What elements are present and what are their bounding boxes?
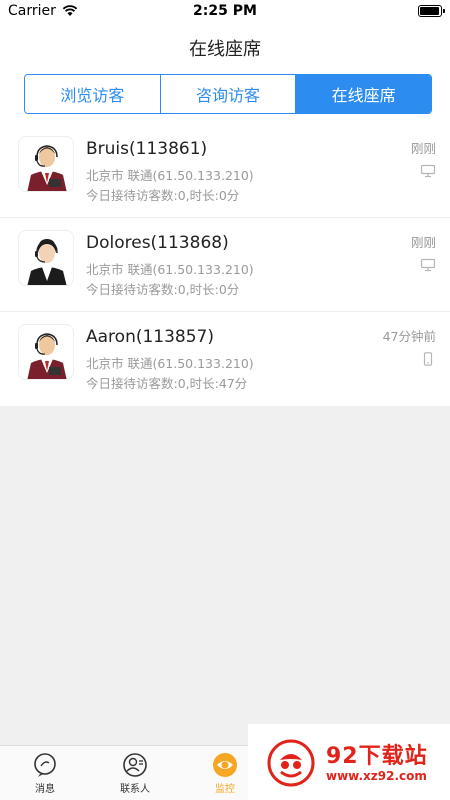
page-title: 在线座席 [189,39,261,60]
agent-location: 北京市 联通(61.50.133.210) [86,356,254,371]
status-bar: Carrier 2:25 PM [0,0,450,24]
message-icon [34,753,56,777]
tab-label: 联系人 [120,784,150,795]
watermark-title: 92下载站 [326,744,428,769]
agent-location: 北京市 联通(61.50.133.210) [86,168,254,183]
list-item[interactable]: Bruis(113861) 北京市 联通(61.50.133.210) 今日接待… [0,124,450,218]
agent-last-active: 刚刚 [410,235,436,250]
nav-bar: 在线座席 浏览访客 咨询访客 在线座席 [0,24,450,124]
agent-last-active: 刚刚 [410,141,436,156]
watermark-logo-icon [267,739,315,787]
segment-consulting-visitors[interactable]: 咨询访客 [160,75,297,113]
watermark-overlay: 92下载站 www.xz92.com [248,724,450,800]
male-agent-avatar [18,324,74,380]
battery-icon [418,5,445,17]
agent-name: Dolores(113868) [86,233,229,253]
agent-last-active: 47分钟前 [382,329,436,344]
segment-online-agents[interactable]: 在线座席 [296,75,431,113]
tab-label: 监控 [215,784,235,795]
tab-label: 消息 [35,784,55,795]
segmented-control: 浏览访客 咨询访客 在线座席 [24,74,432,114]
list-item[interactable]: Aaron(113857) 北京市 联通(61.50.133.210) 今日接待… [0,312,450,406]
agent-location: 北京市 联通(61.50.133.210) [86,262,254,277]
tab-messages[interactable]: 消息 [0,746,90,800]
contacts-icon [123,753,147,777]
agent-stats: 今日接待访客数:0,时长:0分 [86,282,240,297]
agent-list: Bruis(113861) 北京市 联通(61.50.133.210) 今日接待… [0,124,450,406]
list-item[interactable]: Dolores(113868) 北京市 联通(61.50.133.210) 今日… [0,218,450,312]
tab-contacts[interactable]: 联系人 [90,746,180,800]
agent-stats: 今日接待访客数:0,时长:47分 [86,376,248,391]
segment-browsing-visitors[interactable]: 浏览访客 [25,75,161,113]
status-time: 2:25 PM [193,3,257,19]
mobile-icon [423,352,433,366]
female-agent-avatar [18,230,74,286]
agent-stats: 今日接待访客数:0,时长:0分 [86,188,240,203]
monitor-eye-icon [213,753,237,777]
watermark-url: www.xz92.com [326,769,427,783]
desktop-icon [420,164,436,178]
desktop-icon [420,258,436,272]
agent-name: Bruis(113861) [86,139,208,159]
male-agent-avatar [18,136,74,192]
agent-name: Aaron(113857) [86,327,214,347]
